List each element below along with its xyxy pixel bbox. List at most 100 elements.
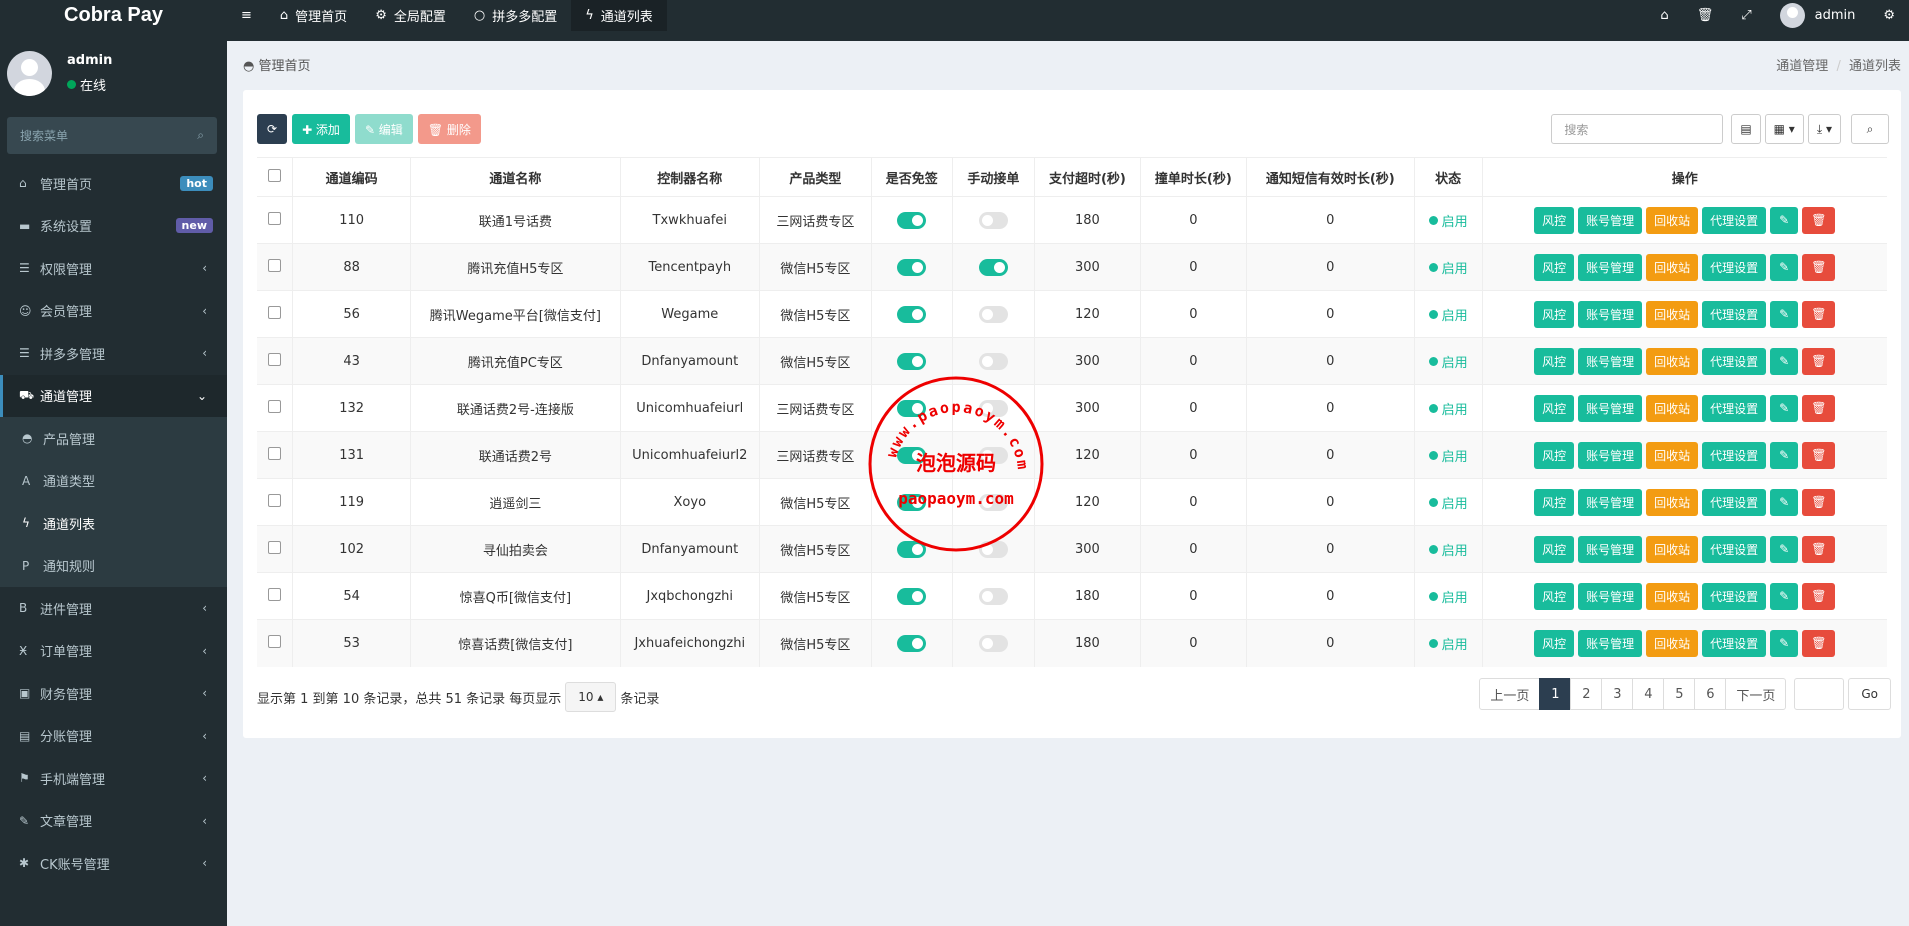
- page-size-select[interactable]: 10 ▴: [565, 682, 617, 712]
- sidebar-item-onboarding[interactable]: B 进件管理 ‹: [0, 587, 227, 630]
- tab-home[interactable]: ⌂ 管理首页: [266, 0, 361, 31]
- row-checkbox[interactable]: [268, 352, 282, 366]
- row-checkbox[interactable]: [268, 211, 282, 225]
- sidebar-item-product[interactable]: ◓ 产品管理: [0, 417, 227, 460]
- row-edit-button[interactable]: ✎: [1770, 206, 1799, 234]
- risk-control-button[interactable]: 风控: [1534, 629, 1575, 657]
- free-sign-toggle[interactable]: [897, 305, 927, 323]
- select-all-checkbox[interactable]: [268, 168, 282, 182]
- prev-page-button[interactable]: 上一页: [1479, 678, 1541, 710]
- account-manage-button[interactable]: 账号管理: [1578, 629, 1643, 657]
- sidebar-item-mobile[interactable]: ⚑ 手机端管理 ‹: [0, 757, 227, 800]
- manual-accept-toggle[interactable]: [978, 211, 1008, 229]
- row-checkbox[interactable]: [268, 305, 282, 319]
- row-checkbox[interactable]: [268, 258, 282, 272]
- column-header[interactable]: 撞单时长(秒): [1139, 157, 1247, 197]
- status-badge[interactable]: 启用: [1428, 352, 1468, 371]
- account-manage-button[interactable]: 账号管理: [1578, 253, 1643, 281]
- sidebar-item-system[interactable]: ▬ 系统设置 new: [0, 205, 227, 248]
- account-manage-button[interactable]: 账号管理: [1578, 300, 1643, 328]
- manual-accept-toggle[interactable]: [978, 258, 1008, 276]
- trash-icon[interactable]: 🗑: [1683, 0, 1728, 31]
- sidebar-item-pdd[interactable]: ☰ 拼多多管理 ‹: [0, 332, 227, 375]
- free-sign-toggle[interactable]: [897, 634, 927, 652]
- free-sign-toggle[interactable]: [897, 587, 927, 605]
- recycle-bin-button[interactable]: 回收站: [1646, 582, 1699, 610]
- next-page-button[interactable]: 下一页: [1725, 678, 1787, 710]
- account-manage-button[interactable]: 账号管理: [1578, 488, 1643, 516]
- free-sign-toggle[interactable]: [897, 258, 927, 276]
- tab-global-config[interactable]: ⚙ 全局配置: [361, 0, 460, 31]
- page-button[interactable]: 6: [1694, 678, 1727, 710]
- status-badge[interactable]: 启用: [1428, 399, 1468, 418]
- breadcrumb-item[interactable]: 通道管理: [1776, 59, 1828, 74]
- account-manage-button[interactable]: 账号管理: [1578, 206, 1643, 234]
- risk-control-button[interactable]: 风控: [1534, 441, 1575, 469]
- row-edit-button[interactable]: ✎: [1770, 441, 1799, 469]
- row-delete-button[interactable]: 🗑: [1802, 535, 1836, 563]
- recycle-bin-button[interactable]: 回收站: [1646, 629, 1699, 657]
- home-icon[interactable]: ⌂: [1646, 0, 1682, 31]
- column-header[interactable]: 是否免签: [870, 157, 953, 197]
- sidebar-item-channel-list[interactable]: ϟ 通道列表: [0, 502, 227, 545]
- account-manage-button[interactable]: 账号管理: [1578, 347, 1643, 375]
- recycle-bin-button[interactable]: 回收站: [1646, 206, 1699, 234]
- goto-page-input[interactable]: [1794, 678, 1845, 710]
- fullscreen-icon[interactable]: ⤢: [1727, 0, 1765, 31]
- risk-control-button[interactable]: 风控: [1534, 253, 1575, 281]
- row-checkbox[interactable]: [268, 446, 282, 460]
- agent-settings-button[interactable]: 代理设置: [1702, 347, 1767, 375]
- account-manage-button[interactable]: 账号管理: [1578, 441, 1643, 469]
- risk-control-button[interactable]: 风控: [1534, 535, 1575, 563]
- row-edit-button[interactable]: ✎: [1770, 582, 1799, 610]
- search-icon[interactable]: ⌕: [197, 128, 204, 143]
- sidebar-item-members[interactable]: ☺ 会员管理 ‹: [0, 290, 227, 333]
- tab-channel-list[interactable]: ϟ 通道列表: [571, 0, 667, 31]
- sidebar-toggle[interactable]: ≡: [227, 0, 266, 31]
- toggle-view-button[interactable]: ▤: [1731, 114, 1761, 144]
- sidebar-item-ck-accounts[interactable]: ✱ CK账号管理 ‹: [0, 842, 227, 885]
- risk-control-button[interactable]: 风控: [1534, 206, 1575, 234]
- column-header[interactable]: 手动接单: [951, 157, 1035, 197]
- status-badge[interactable]: 启用: [1428, 493, 1468, 512]
- row-checkbox[interactable]: [268, 399, 282, 413]
- column-header[interactable]: 控制器名称: [619, 157, 760, 197]
- free-sign-toggle[interactable]: [897, 211, 927, 229]
- row-checkbox[interactable]: [268, 634, 282, 648]
- agent-settings-button[interactable]: 代理设置: [1702, 629, 1767, 657]
- column-header[interactable]: 通道编码: [292, 157, 411, 197]
- sidebar-item-channel-type[interactable]: A 通道类型: [0, 460, 227, 503]
- delete-button[interactable]: 🗑 删除: [417, 114, 481, 144]
- recycle-bin-button[interactable]: 回收站: [1646, 535, 1699, 563]
- row-edit-button[interactable]: ✎: [1770, 394, 1799, 422]
- sidebar-item-finance[interactable]: ▣ 财务管理 ‹: [0, 672, 227, 715]
- sidebar-item-channel[interactable]: ⛟ 通道管理 ⌄: [0, 374, 227, 417]
- row-edit-button[interactable]: ✎: [1770, 253, 1799, 281]
- status-badge[interactable]: 启用: [1428, 305, 1468, 324]
- page-button[interactable]: 2: [1570, 678, 1603, 710]
- sidebar-item-orders[interactable]: Ӿ 订单管理 ‹: [0, 630, 227, 673]
- risk-control-button[interactable]: 风控: [1534, 394, 1575, 422]
- row-delete-button[interactable]: 🗑: [1802, 629, 1836, 657]
- row-checkbox[interactable]: [268, 493, 282, 507]
- risk-control-button[interactable]: 风控: [1534, 347, 1575, 375]
- sidebar-search-input[interactable]: 搜索菜单 ⌕: [7, 117, 217, 154]
- recycle-bin-button[interactable]: 回收站: [1646, 394, 1699, 422]
- column-header[interactable]: 通知短信有效时长(秒): [1245, 157, 1415, 197]
- app-logo[interactable]: Cobra Pay: [0, 0, 227, 41]
- account-manage-button[interactable]: 账号管理: [1578, 535, 1643, 563]
- agent-settings-button[interactable]: 代理设置: [1702, 300, 1767, 328]
- row-edit-button[interactable]: ✎: [1770, 629, 1799, 657]
- columns-button[interactable]: ▦ ▾: [1764, 114, 1804, 144]
- row-delete-button[interactable]: 🗑: [1802, 206, 1836, 234]
- account-manage-button[interactable]: 账号管理: [1578, 394, 1643, 422]
- row-delete-button[interactable]: 🗑: [1802, 300, 1836, 328]
- edit-button[interactable]: ✎ 编辑: [354, 114, 413, 144]
- agent-settings-button[interactable]: 代理设置: [1702, 253, 1767, 281]
- manual-accept-toggle[interactable]: [978, 352, 1008, 370]
- recycle-bin-button[interactable]: 回收站: [1646, 488, 1699, 516]
- row-delete-button[interactable]: 🗑: [1802, 394, 1836, 422]
- export-button[interactable]: ⤓ ▾: [1807, 114, 1841, 144]
- column-header[interactable]: 支付超时(秒): [1033, 157, 1141, 197]
- sidebar-item-split[interactable]: ▤ 分账管理 ‹: [0, 715, 227, 758]
